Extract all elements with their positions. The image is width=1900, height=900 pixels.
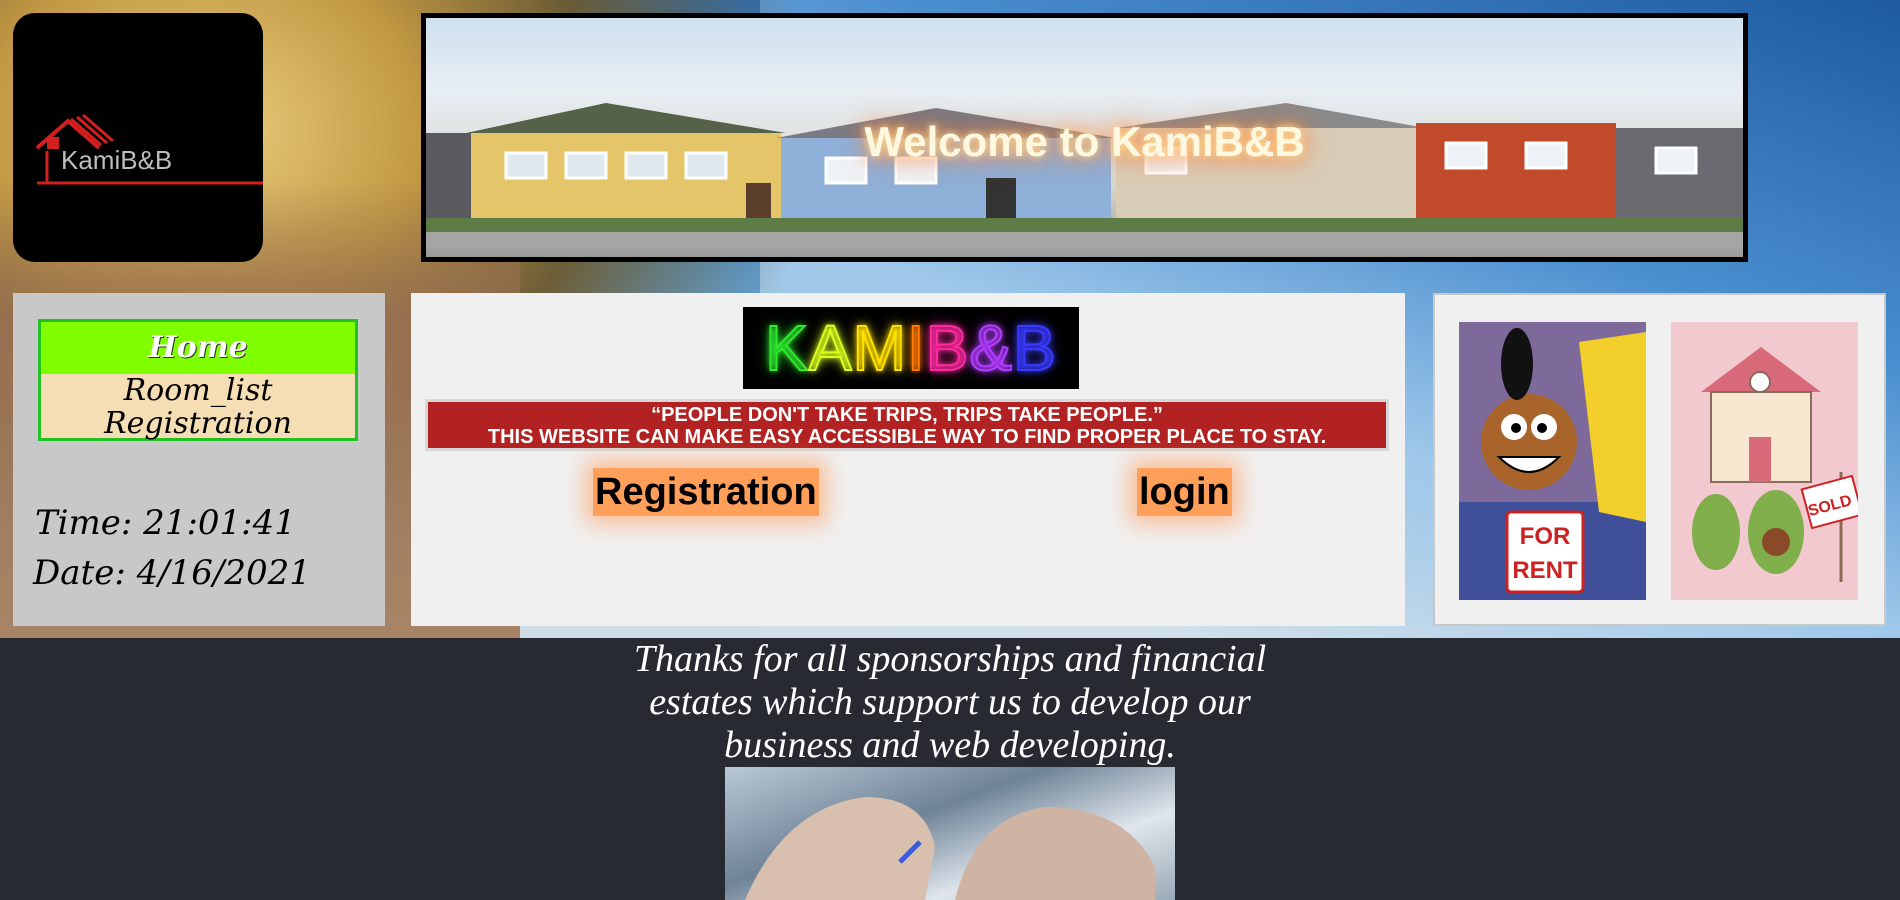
nav-menu: Home Room_list Registration	[38, 319, 358, 441]
brand-letter: M	[852, 311, 907, 385]
registration-button[interactable]: Registration	[593, 468, 819, 516]
welcome-banner: Welcome to KamiB&B	[421, 13, 1748, 262]
quote-line-2: THIS WEBSITE CAN MAKE EASY ACCESSIBLE WA…	[487, 426, 1327, 448]
nav-item-home[interactable]: Home	[41, 322, 355, 374]
navigation-panel: Home Room_list Registration Time: 21:01:…	[13, 293, 385, 626]
footer: Thanks for all sponsorships and financia…	[0, 638, 1900, 900]
brand-letter: B	[1012, 311, 1057, 385]
login-button[interactable]: login	[1137, 468, 1232, 516]
house-logo-icon: KamiB&B	[35, 113, 263, 185]
clock-date: Date: 4/16/2021	[33, 553, 311, 593]
nav-item-room-list[interactable]: Room_list	[41, 374, 355, 407]
clock-time: Time: 21:01:41	[35, 503, 296, 543]
quote-line-1: “PEOPLE DON'T TAKE TRIPS, TRIPS TAKE PEO…	[651, 404, 1163, 426]
brand-letter: K	[764, 311, 809, 385]
nav-item-registration[interactable]: Registration	[41, 407, 355, 440]
logo-text: KamiB&B	[61, 145, 172, 175]
brand-letter: B	[925, 311, 970, 385]
brand-letter: I	[906, 311, 926, 385]
svg-text:RENT: RENT	[1512, 557, 1578, 584]
side-image-panel: FOR RENT SOLD	[1433, 293, 1886, 626]
brand-letter: A	[808, 311, 853, 385]
svg-text:FOR: FOR	[1520, 523, 1571, 550]
sold-house-image: SOLD	[1671, 322, 1858, 600]
footer-hands-image	[725, 767, 1175, 900]
site-logo[interactable]: KamiB&B	[13, 13, 263, 262]
welcome-heading: Welcome to KamiB&B	[864, 118, 1305, 165]
sponsor-thanks-text: Thanks for all sponsorships and financia…	[633, 638, 1267, 766]
for-rent-image: FOR RENT	[1459, 322, 1646, 600]
main-panel: K A M I B & B “PEOPLE DON'T TAKE TRIPS, TRIPS …	[411, 293, 1405, 626]
quote-box: “PEOPLE DON'T TAKE TRIPS, TRIPS TAKE PEO…	[425, 399, 1389, 451]
brand-letter: &	[968, 311, 1014, 385]
kamibb-neon-logo: K A M I B & B	[743, 307, 1079, 389]
